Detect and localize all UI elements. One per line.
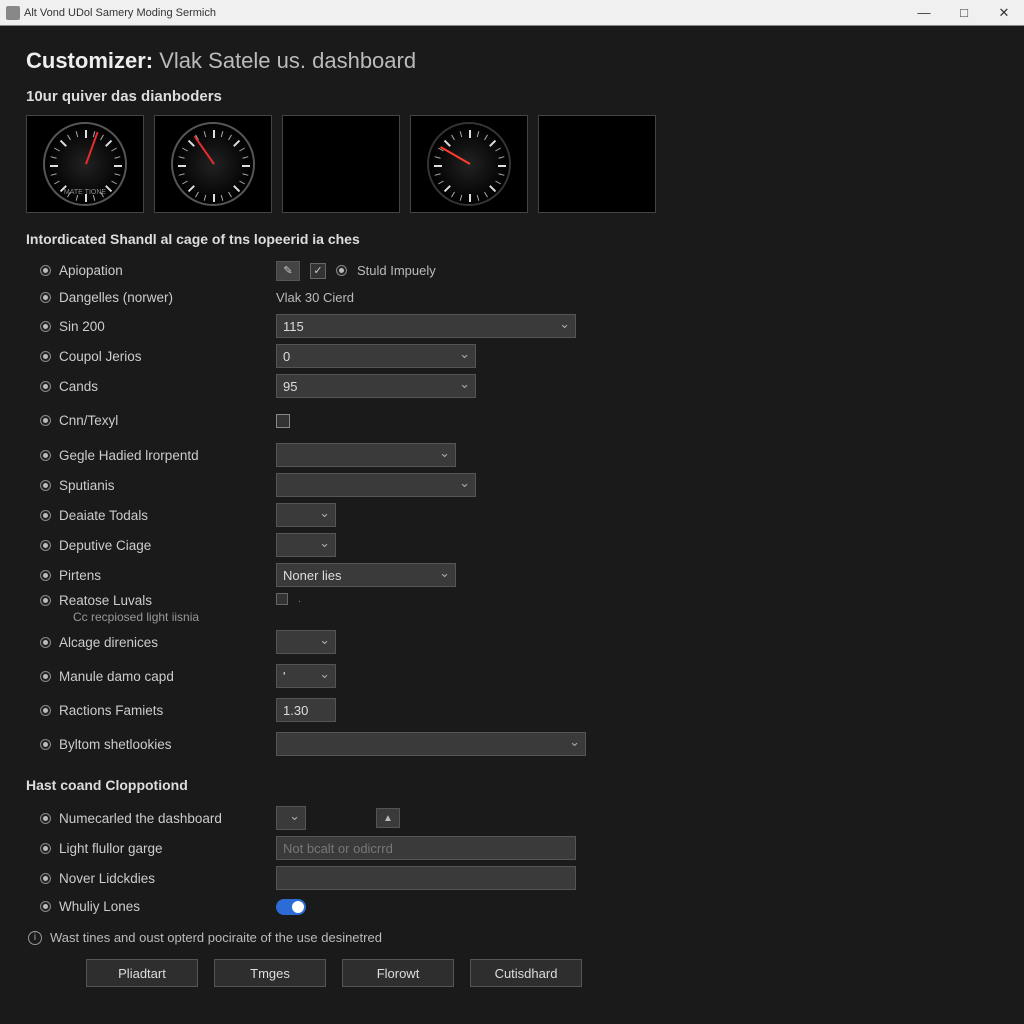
radio-byltom[interactable]	[40, 739, 51, 750]
label-byltom: Byltom shetlookies	[59, 737, 172, 752]
input-light-fullor[interactable]	[276, 836, 576, 860]
radio-apiopation[interactable]	[40, 265, 51, 276]
radio-nover[interactable]	[40, 873, 51, 884]
select-sputianis[interactable]	[276, 473, 476, 497]
select-cands[interactable]: 95	[276, 374, 476, 398]
tmges-button[interactable]: Tmges	[214, 959, 326, 987]
radio-light-fullor[interactable]	[40, 843, 51, 854]
chk-apiopation-a[interactable]	[310, 263, 326, 279]
radio-sin[interactable]	[40, 321, 51, 332]
select-gegle[interactable]	[276, 443, 456, 467]
label-manule: Manule damo capd	[59, 669, 174, 684]
gauge-thumb-3[interactable]	[282, 115, 400, 213]
label-coupol: Coupol Jerios	[59, 349, 142, 364]
button-row: Pliadtart Tmges Florowt Cutisdhard	[26, 959, 998, 987]
window-controls: — □ ✕	[904, 0, 1024, 26]
page-title-prefix: Customizer:	[26, 48, 153, 73]
titlebar: Alt Vond UDol Samery Moding Sermich — □ …	[0, 0, 1024, 26]
edit-icon[interactable]: ✎	[276, 261, 300, 281]
label-cnntexyl: Cnn/Texyl	[59, 413, 118, 428]
radio-stuld[interactable]	[336, 265, 347, 276]
label-deaiate: Deaiate Todals	[59, 508, 148, 523]
label-nover: Nover Lidckdies	[59, 871, 155, 886]
page-title: Customizer: Vlak Satele us. dashboard	[26, 48, 998, 74]
input-ractions[interactable]	[276, 698, 336, 722]
select-coupol[interactable]: 0	[276, 344, 476, 368]
gauge-thumb-5[interactable]	[538, 115, 656, 213]
select-pirtens[interactable]: Noner lies	[276, 563, 456, 587]
radio-ractions[interactable]	[40, 705, 51, 716]
label-gegle: Gegle Hadied lrorpentd	[59, 448, 199, 463]
radio-sputianis[interactable]	[40, 480, 51, 491]
label-dangelles: Dangelles (norwer)	[59, 290, 173, 305]
chk-reatose[interactable]	[276, 593, 288, 605]
radio-reatose[interactable]	[40, 595, 51, 606]
value-dangelles: Vlak 30 Cierd	[276, 290, 354, 305]
hast-section-title: Hast coand Cloppotiond	[26, 777, 998, 793]
info-line: i Wast tines and oust opterd pociraite o…	[26, 920, 998, 959]
image-icon[interactable]: ▲	[376, 808, 400, 828]
radio-alcage[interactable]	[40, 637, 51, 648]
label-sin: Sin 200	[59, 319, 105, 334]
select-sin[interactable]: 115	[276, 314, 576, 338]
gauge-thumb-1[interactable]: MATE TIONE	[26, 115, 144, 213]
label-numecarled: Numecarled the dashboard	[59, 811, 222, 826]
label-reatose: Reatose Luvals	[59, 593, 152, 608]
label-alcage: Alcage direnices	[59, 635, 158, 650]
radio-dangelles[interactable]	[40, 292, 51, 303]
label-apiopation: Apiopation	[59, 263, 123, 278]
sublabel-reatose: Cc recpiosed light iisnia	[40, 610, 199, 624]
close-button[interactable]: ✕	[984, 0, 1024, 26]
gauge-thumb-4[interactable]	[410, 115, 528, 213]
radio-deputive[interactable]	[40, 540, 51, 551]
app-icon	[6, 6, 20, 20]
select-deputive[interactable]	[276, 533, 336, 557]
select-deaiate[interactable]	[276, 503, 336, 527]
toggle-whuliy[interactable]	[276, 899, 306, 915]
select-byltom[interactable]	[276, 732, 586, 756]
label-cands: Cands	[59, 379, 98, 394]
input-nover[interactable]	[276, 866, 576, 890]
radio-coupol[interactable]	[40, 351, 51, 362]
window-title: Alt Vond UDol Samery Moding Sermich	[24, 7, 216, 19]
radio-cnntexyl[interactable]	[40, 415, 51, 426]
pliadtart-button[interactable]: Pliadtart	[86, 959, 198, 987]
info-text: Wast tines and oust opterd pociraite of …	[50, 930, 382, 945]
maximize-button[interactable]: □	[944, 0, 984, 26]
gauges-section-title: 10ur quiver das dianboders	[26, 88, 998, 105]
label-sputianis: Sputianis	[59, 478, 115, 493]
label-ractions: Ractions Famiets	[59, 703, 163, 718]
info-icon: i	[28, 931, 42, 945]
content-area: Customizer: Vlak Satele us. dashboard 10…	[0, 26, 1024, 1024]
label-light-fullor: Light flullor garge	[59, 841, 163, 856]
label-whuliy: Whuliy Lones	[59, 899, 140, 914]
select-alcage[interactable]	[276, 630, 336, 654]
radio-gegle[interactable]	[40, 450, 51, 461]
radio-deaiate[interactable]	[40, 510, 51, 521]
radio-pirtens[interactable]	[40, 570, 51, 581]
label-pirtens: Pirtens	[59, 568, 101, 583]
radio-manule[interactable]	[40, 671, 51, 682]
florowt-button[interactable]: Florowt	[342, 959, 454, 987]
select-numecarled[interactable]	[276, 806, 306, 830]
radio-numecarled[interactable]	[40, 813, 51, 824]
chk-cnntexyl[interactable]	[276, 414, 290, 428]
select-manule[interactable]: '	[276, 664, 336, 688]
label-stuld-impuely: Stuld Impuely	[357, 263, 436, 278]
cutisdhard-button[interactable]: Cutisdhard	[470, 959, 582, 987]
gauge-thumb-2[interactable]	[154, 115, 272, 213]
minimize-button[interactable]: —	[904, 0, 944, 26]
label-deputive: Deputive Ciage	[59, 538, 151, 553]
config-section-title: Intordicated Shandl al cage of tns lopee…	[26, 231, 998, 247]
radio-whuliy[interactable]	[40, 901, 51, 912]
radio-cands[interactable]	[40, 381, 51, 392]
page-title-value: Vlak Satele us. dashboard	[159, 48, 416, 73]
gauges-row: MATE TIONE	[26, 115, 998, 213]
